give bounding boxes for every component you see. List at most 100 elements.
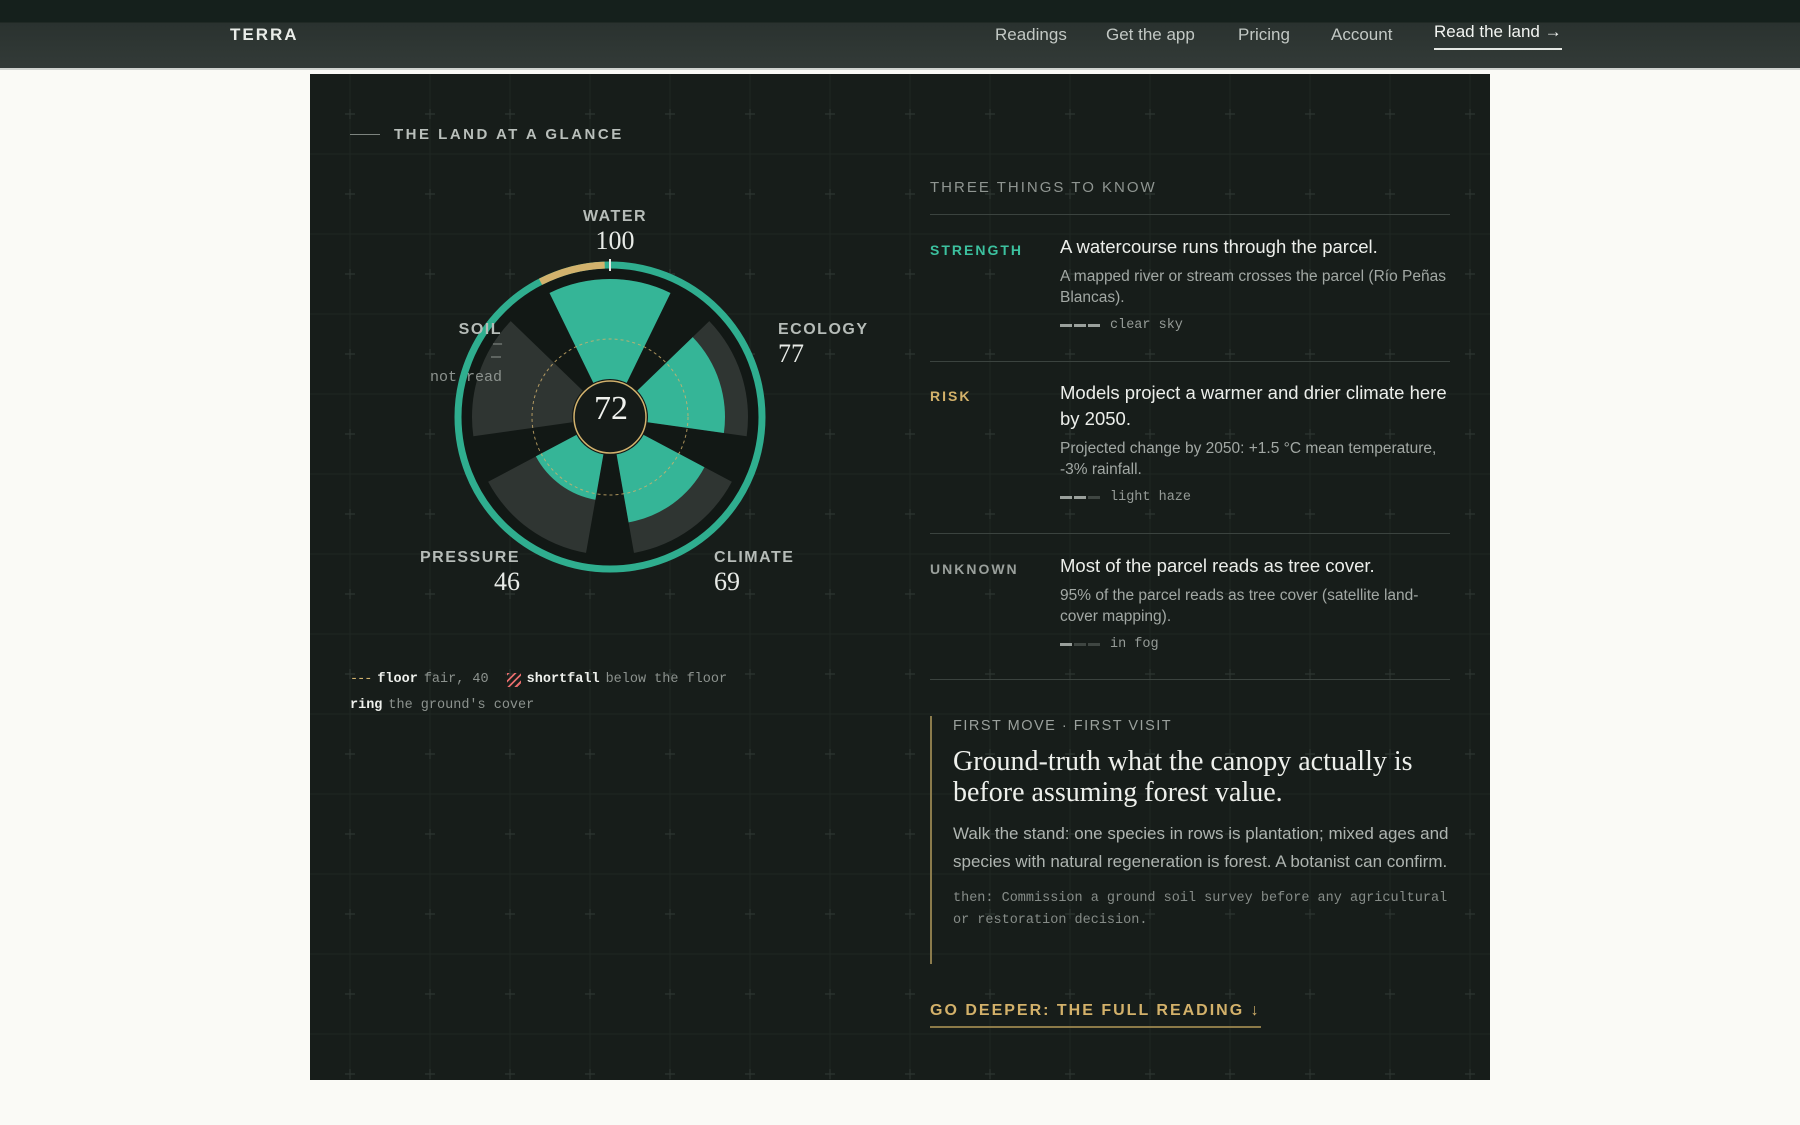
grid-cross: [1465, 509, 1475, 519]
grid-cross: [1465, 749, 1475, 759]
nav-link-pricing[interactable]: Pricing: [1238, 25, 1290, 45]
brand-logo[interactable]: TERRA: [230, 25, 299, 45]
grid-cross: [1225, 669, 1235, 679]
nav-link-readings[interactable]: Readings: [995, 25, 1067, 45]
grid-cross: [1305, 669, 1315, 679]
grid-cross: [1145, 109, 1155, 119]
confidence-indicator: light haze: [1060, 490, 1450, 505]
grid-cross: [1385, 1069, 1395, 1079]
grid-cross: [825, 1069, 835, 1079]
grid-cross: [1065, 669, 1075, 679]
grid-cross: [905, 1069, 915, 1079]
grid-cross: [905, 989, 915, 999]
grid-cross: [1385, 989, 1395, 999]
axis-label-pressure: PRESSURE: [419, 549, 520, 566]
grid-cross: [1065, 349, 1075, 359]
first-move-then: then: Commission a ground soil survey be…: [953, 891, 1448, 928]
grid-cross: [345, 1069, 355, 1079]
grid-cross: [1465, 589, 1475, 599]
grid-cross: [1385, 189, 1395, 199]
top-nav: TERRA Readings Get the app Pricing Accou…: [0, 0, 1800, 70]
grid-cross: [1465, 349, 1475, 359]
grid-cross: [1465, 109, 1475, 119]
grid-cross: [505, 1069, 515, 1079]
grid-cross: [665, 829, 675, 839]
grid-cross: [425, 1069, 435, 1079]
grid-cross: [985, 349, 995, 359]
confidence-label: clear sky: [1110, 318, 1183, 333]
grid-cross: [985, 509, 995, 519]
grid-cross: [1065, 989, 1075, 999]
three-things-heading: THREE THINGS TO KNOW: [930, 179, 1157, 196]
grid-cross: [1305, 109, 1315, 119]
axis-label-ecology: ECOLOGY: [778, 321, 869, 338]
thing-body: Most of the parcel reads as tree cover. …: [1060, 553, 1450, 652]
grid-cross: [1225, 349, 1235, 359]
legend-shortfall-desc: below the floor: [605, 672, 728, 687]
grid-cross: [825, 989, 835, 999]
floor-dash-icon: ---: [350, 672, 372, 687]
confidence-bars-icon: [1060, 496, 1100, 499]
grid-cross: [985, 429, 995, 439]
nav-link-get-the-app[interactable]: Get the app: [1106, 25, 1195, 45]
grid-cross: [1465, 669, 1475, 679]
grid-cross: [985, 989, 995, 999]
grid-cross: [985, 269, 995, 279]
go-deeper-link[interactable]: GO DEEPER: THE FULL READING ↓: [930, 1002, 1261, 1028]
divider: [930, 361, 1450, 362]
grid-cross: [345, 989, 355, 999]
read-the-land-button[interactable]: Read the land →: [1434, 22, 1562, 50]
grid-cross: [665, 909, 675, 919]
thing-title: A watercourse runs through the parcel.: [1060, 236, 1378, 257]
divider: [930, 533, 1450, 534]
grid-cross: [1465, 189, 1475, 199]
thing-detail: 95% of the parcel reads as tree cover (s…: [1060, 587, 1419, 625]
grid-cross: [825, 909, 835, 919]
grid-cross: [665, 989, 675, 999]
grid-cross: [1145, 349, 1155, 359]
wheel-legend-row-2: ring the ground's cover: [350, 698, 534, 713]
grid-cross: [345, 909, 355, 919]
axis-value-water: 100: [595, 226, 635, 255]
grid-cross: [585, 989, 595, 999]
grid-cross: [1465, 829, 1475, 839]
grid-cross: [1225, 189, 1235, 199]
grid-cross: [425, 989, 435, 999]
first-move-title: Ground-truth what the canopy actually is…: [953, 746, 1413, 808]
confidence-label: in fog: [1110, 637, 1159, 652]
grid-cross: [1305, 189, 1315, 199]
axis-value-ecology: 77: [778, 339, 804, 368]
grid-cross: [585, 1069, 595, 1079]
thing-title: Models project a warmer and drier climat…: [1060, 382, 1447, 429]
grid-cross: [1065, 509, 1075, 519]
legend-shortfall-term: shortfall: [526, 672, 600, 687]
grid-cross: [505, 989, 515, 999]
axis-label-water: WATER: [582, 208, 648, 225]
grid-cross: [505, 829, 515, 839]
divider: [930, 679, 1450, 680]
grid-cross: [1305, 349, 1315, 359]
grid-cross: [1145, 1069, 1155, 1079]
grid-cross: [1225, 1069, 1235, 1079]
axis-value-climate: 69: [714, 567, 740, 596]
grid-cross: [1385, 669, 1395, 679]
grid-cross: [1225, 109, 1235, 119]
confidence-bars-icon: [1060, 643, 1100, 646]
grid-cross: [1305, 989, 1315, 999]
legend-ring-desc: the ground's cover: [388, 698, 535, 713]
confidence-indicator: in fog: [1060, 637, 1450, 652]
first-move-callout: FIRST MOVE · FIRST VISIT Ground-truth wh…: [930, 716, 1460, 964]
nav-link-account[interactable]: Account: [1331, 25, 1392, 45]
grid-cross: [425, 909, 435, 919]
confidence-label: light haze: [1110, 490, 1192, 505]
grid-cross: [985, 669, 995, 679]
grid-cross: [745, 829, 755, 839]
grid-cross: [985, 589, 995, 599]
grid-cross: [345, 829, 355, 839]
overall-score: 72: [594, 390, 628, 427]
thing-title: Most of the parcel reads as tree cover.: [1060, 555, 1375, 576]
axis-value-soil: —: [492, 336, 502, 353]
grid-cross: [1465, 429, 1475, 439]
grid-cross: [1465, 269, 1475, 279]
glance-panel: THE LAND AT A GLANCE WATER 100 ECOLOGY 7…: [310, 74, 1490, 1080]
